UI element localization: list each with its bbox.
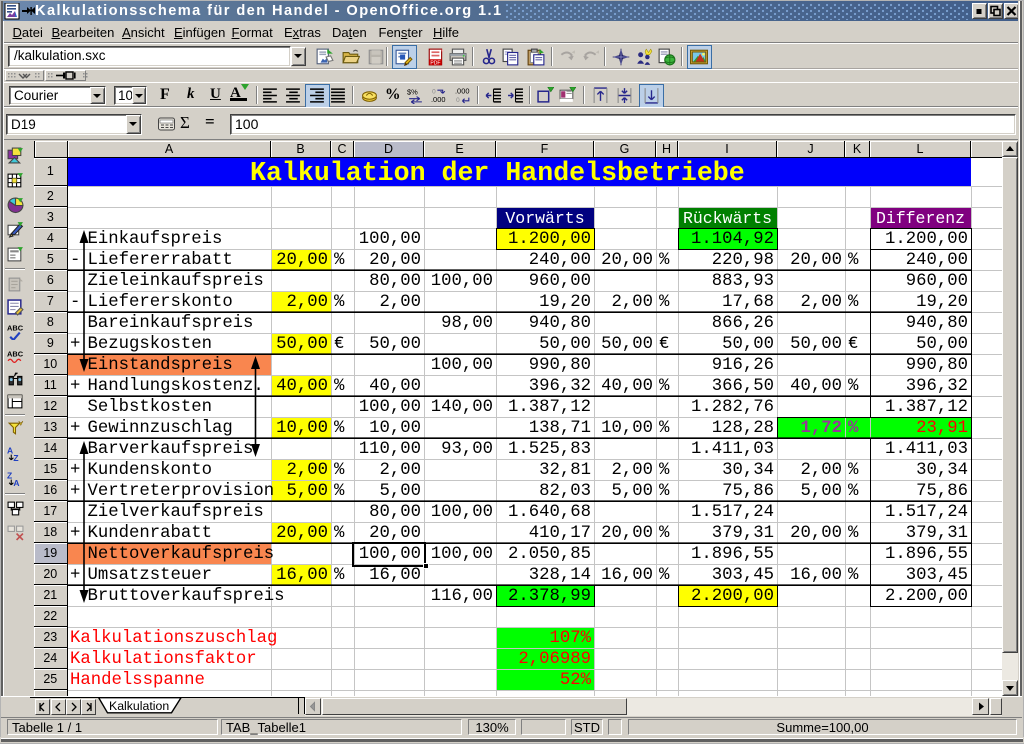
svg-text:A: A: [7, 446, 13, 456]
svg-text:ABC: ABC: [7, 323, 24, 332]
svg-text:Z: Z: [7, 471, 12, 481]
svg-text:Z: Z: [13, 453, 18, 462]
svg-text:ABC: ABC: [7, 350, 24, 359]
svg-text:A: A: [13, 478, 19, 487]
